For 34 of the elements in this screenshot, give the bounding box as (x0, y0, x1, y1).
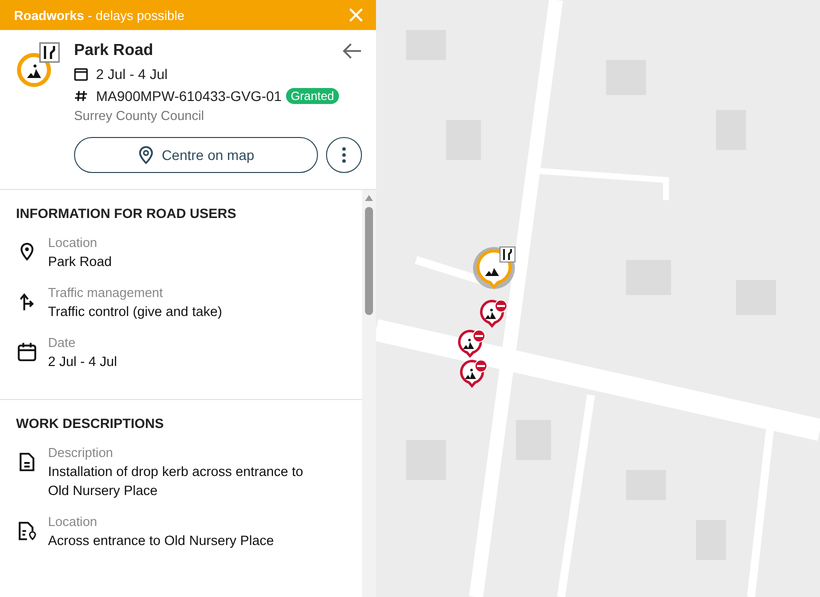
field-label: Location (48, 514, 98, 529)
field-value: Installation of drop kerb across entrance to Old Nursery Place (48, 463, 304, 500)
scrollbar[interactable] (362, 190, 376, 597)
field-value: Traffic control (give and take) (48, 303, 222, 321)
date-range: 2 Jul - 4 Jul (96, 66, 168, 82)
field-label: Traffic management (48, 285, 164, 300)
location-pin-icon (138, 146, 154, 164)
roadworks-pin-icon[interactable] (456, 328, 488, 358)
section-heading: WORK DESCRIPTIONS (16, 416, 165, 431)
roadworks-icon (16, 42, 60, 90)
roadworks-pin-icon[interactable] (458, 358, 490, 388)
centre-on-map-button[interactable]: Centre on map (74, 137, 318, 173)
scroll-thumb[interactable] (365, 207, 373, 315)
back-arrow-icon[interactable] (342, 42, 362, 60)
field-value: Across entrance to Old Nursery Place (48, 532, 274, 550)
field-value: 2 Jul - 4 Jul (48, 353, 118, 371)
field-label: Date (48, 335, 76, 350)
organisation-name: Surrey County Council (74, 108, 206, 123)
kebab-icon (342, 147, 346, 163)
reference-number: MA900MPW-610433-GVG-01 (96, 88, 282, 104)
field-label: Location (48, 235, 98, 250)
roadworks-pin-icon[interactable] (478, 298, 510, 328)
roadworks-title: Park Road (74, 42, 154, 60)
more-options-button[interactable] (326, 137, 362, 173)
field-value: Park Road (48, 253, 112, 271)
section-heading: INFORMATION FOR ROAD USERS (16, 206, 238, 221)
document-pin-icon (16, 520, 38, 542)
field-label: Description (48, 445, 114, 460)
hash-icon (74, 89, 88, 103)
scroll-up-icon[interactable] (365, 195, 373, 201)
calendar-icon (16, 341, 38, 363)
calendar-icon (74, 67, 88, 81)
banner-text: Roadworks - delays possible (14, 8, 185, 22)
status-badge: Granted (286, 88, 340, 104)
